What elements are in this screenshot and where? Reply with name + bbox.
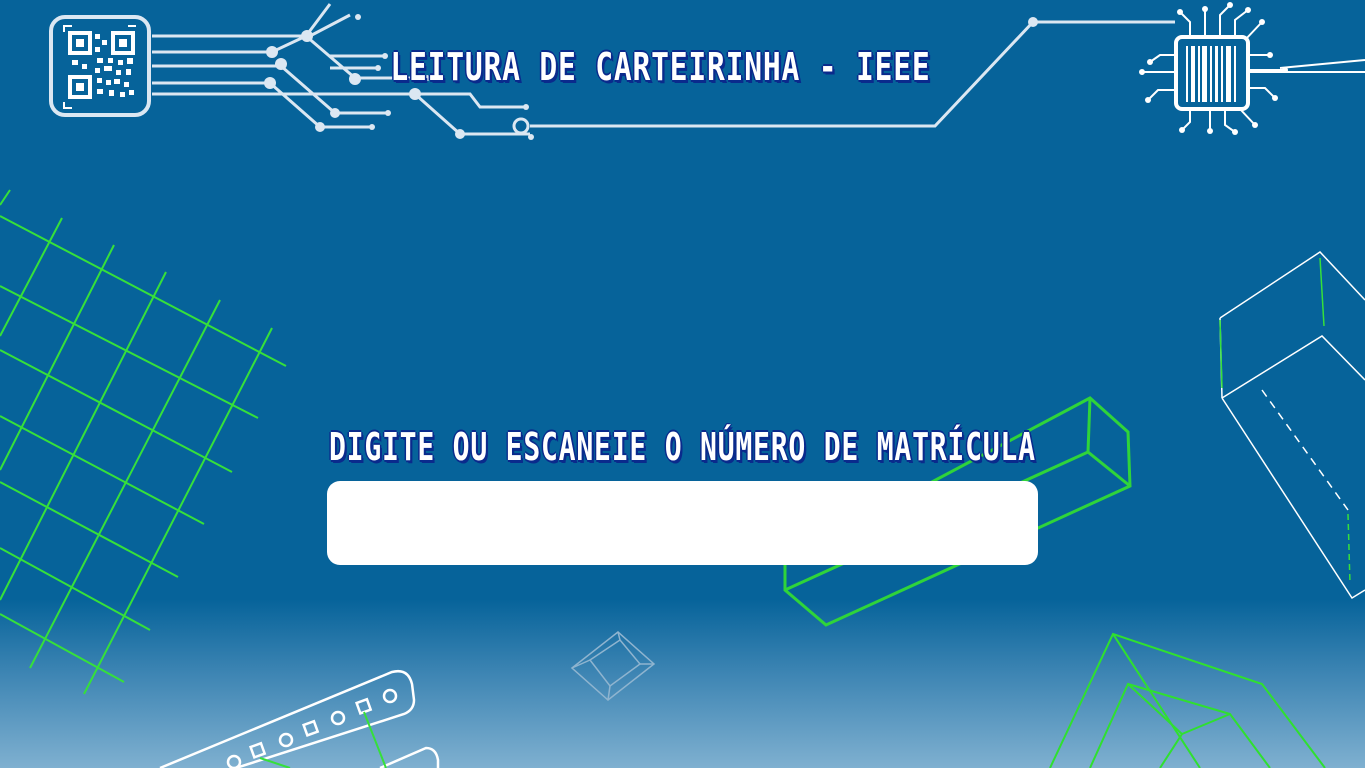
qr-code-icon [49,15,151,117]
background-artwork [0,2,1365,768]
registration-number-input[interactable] [327,481,1038,565]
input-prompt-label: DIGITE OU ESCANEIE O NÚMERO DE MATRÍCULA [328,425,1036,469]
page-title: LEITURA DE CARTEIRINHA - IEEE [390,45,931,89]
